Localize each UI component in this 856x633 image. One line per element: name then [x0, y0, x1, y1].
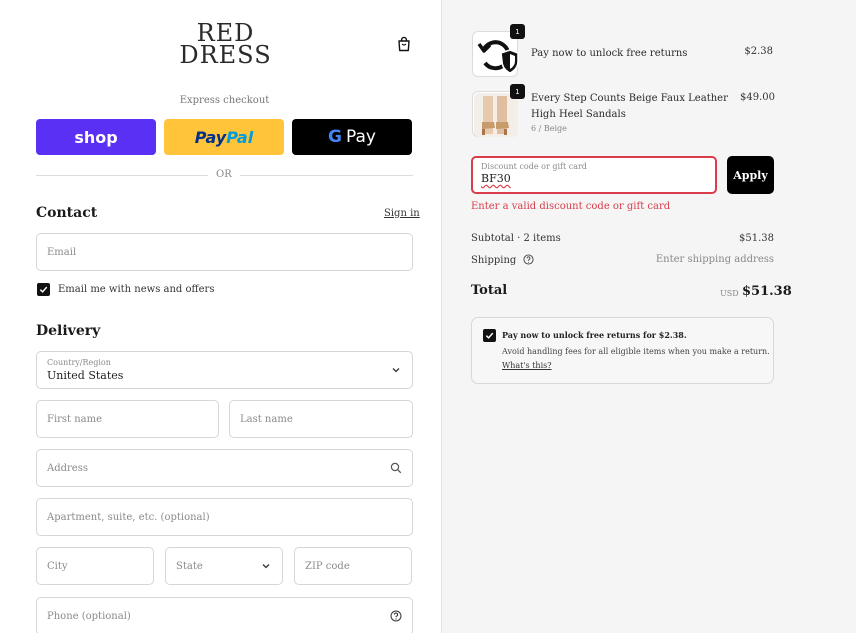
or-divider-text: OR [208, 169, 240, 180]
apartment-field[interactable]: Apartment, suite, etc. (optional) [36, 498, 413, 536]
shipping-label: Shipping [471, 254, 534, 266]
first-name-field[interactable]: First name [36, 400, 219, 438]
apply-discount-button[interactable]: Apply [727, 156, 774, 194]
returns-item-thumbnail: 1 [472, 24, 525, 77]
shop-pay-button[interactable]: shop [36, 119, 156, 155]
paypal-button[interactable]: Pay Pal [164, 119, 284, 155]
zip-code-field[interactable]: ZIP code [294, 547, 412, 585]
zip-code-placeholder: ZIP code [305, 560, 350, 572]
newsletter-label: Email me with news and offers [58, 284, 215, 295]
phone-field[interactable]: Phone (optional) [36, 597, 413, 633]
paypal-label-part2: Pal [226, 127, 254, 147]
cart-item-name: Pay now to unlock free returns [531, 48, 688, 59]
shop-pay-label: shop [74, 127, 118, 147]
check-icon [39, 286, 48, 293]
discount-code-value: BF30 [481, 172, 511, 185]
brand-logo[interactable]: RED DRESS [178, 21, 273, 69]
chevron-down-icon [262, 564, 270, 569]
email-field[interactable]: Email [36, 233, 413, 271]
email-placeholder: Email [47, 246, 77, 258]
first-name-placeholder: First name [47, 413, 103, 425]
item-quantity-badge: 1 [510, 24, 525, 39]
discount-code-field[interactable]: Discount code or gift card BF30 [471, 156, 717, 194]
total-currency: USD [720, 289, 739, 298]
apartment-placeholder: Apartment, suite, etc. (optional) [47, 511, 210, 523]
country-select[interactable]: Country/Region United States [36, 351, 413, 389]
check-icon [485, 332, 494, 339]
delivery-heading: Delivery [36, 323, 101, 339]
express-checkout-label: Express checkout [179, 95, 270, 106]
cart-item-price: $2.38 [744, 46, 773, 57]
state-select[interactable]: State [165, 547, 283, 585]
help-circle-icon[interactable] [522, 254, 534, 265]
sign-in-link[interactable]: Sign in [384, 208, 420, 219]
total-label: Total [471, 283, 508, 298]
newsletter-checkbox[interactable] [37, 283, 50, 296]
help-circle-icon[interactable] [390, 610, 402, 622]
shipping-value: Enter shipping address [655, 254, 774, 265]
discount-error-message: Enter a valid discount code or gift card [471, 201, 671, 212]
free-returns-title: Pay now to unlock free returns for $2.38… [502, 330, 687, 340]
item-quantity-badge: 1 [510, 84, 525, 99]
brand-logo-line2: DRESS [179, 41, 272, 69]
whats-this-link[interactable]: What's this? [502, 361, 552, 370]
free-returns-description: Avoid handling fees for all eligible ite… [502, 347, 770, 356]
country-value: United States [47, 369, 124, 382]
discount-code-label: Discount code or gift card [481, 162, 587, 171]
cart-item-price: $49.00 [740, 92, 775, 103]
shopping-bag-icon[interactable] [396, 36, 412, 52]
shipping-label-text: Shipping [471, 255, 517, 266]
cart-item-variant: 6 / Beige [531, 124, 567, 133]
address-placeholder: Address [47, 462, 88, 474]
state-placeholder: State [176, 560, 203, 572]
subtotal-label-text: Subtotal [471, 233, 514, 244]
cart-item-name: Every Step Counts Beige Faux Leather Hig… [531, 93, 728, 120]
city-placeholder: City [47, 560, 68, 572]
google-pay-button[interactable]: G Pay [292, 119, 412, 155]
google-g-icon: G [328, 127, 342, 147]
search-icon [390, 462, 402, 474]
phone-placeholder: Phone (optional) [47, 610, 131, 622]
country-label: Country/Region [47, 358, 111, 367]
last-name-placeholder: Last name [240, 413, 293, 425]
city-field[interactable]: City [36, 547, 154, 585]
contact-heading: Contact [36, 205, 98, 221]
google-pay-label: Pay [346, 127, 376, 147]
subtotal-label: Subtotal · 2 items [471, 233, 561, 244]
subtotal-item-count: · 2 items [517, 233, 561, 244]
address-field[interactable]: Address [36, 449, 413, 487]
last-name-field[interactable]: Last name [229, 400, 413, 438]
paypal-label-part1: Pay [194, 127, 227, 147]
subtotal-value: $51.38 [739, 233, 774, 244]
chevron-down-icon [392, 368, 400, 373]
free-returns-checkbox[interactable] [483, 329, 496, 342]
sandals-item-thumbnail: 1 [472, 84, 525, 137]
total-value: $51.38 [742, 284, 792, 299]
